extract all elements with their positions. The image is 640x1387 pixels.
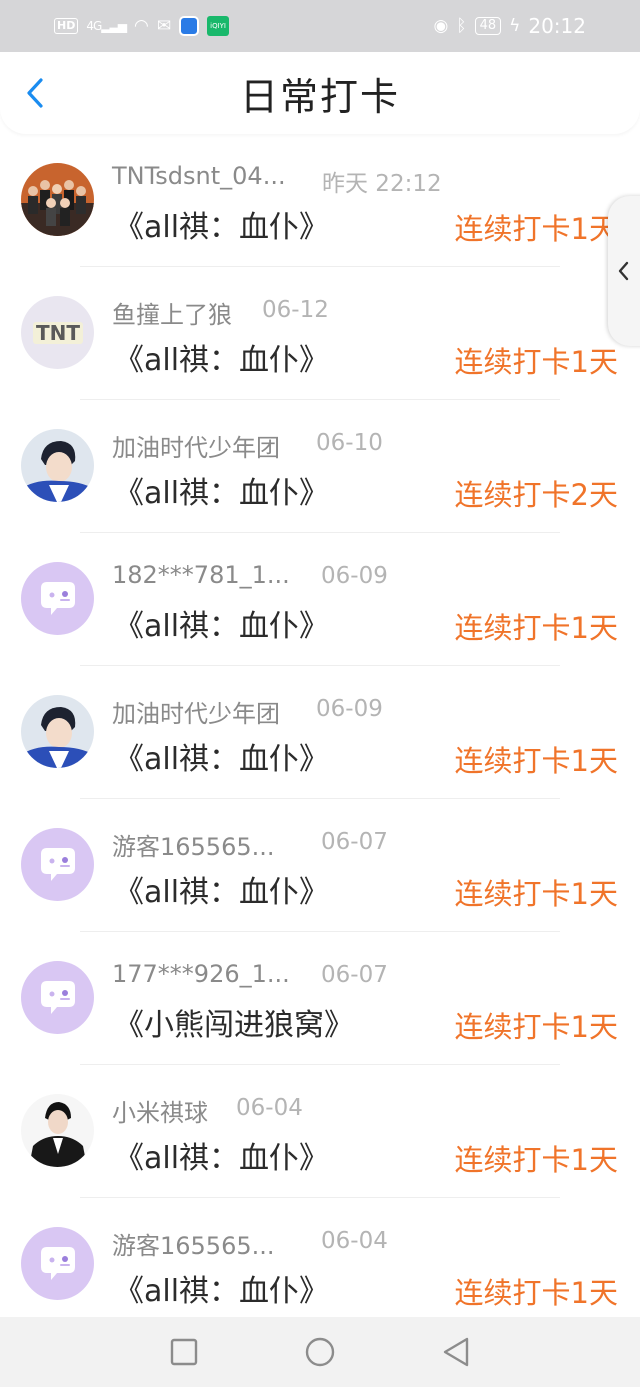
signal-label: 4G [86,19,102,33]
avatar[interactable] [21,163,94,236]
header: 日常打卡 [0,52,640,134]
avatar[interactable] [21,1227,94,1300]
book-title[interactable]: 《all祺：血仆》 [114,335,329,379]
book-title[interactable]: 《all祺：血仆》 [114,202,329,246]
checkin-date: 06-07 [321,829,388,855]
list-item[interactable]: 182***781_1... 06-09 《all祺：血仆》 连续打卡1天 [0,533,640,666]
avatar[interactable] [21,429,94,502]
streak-label: 连续打卡1天 [454,212,618,246]
user-name[interactable]: 加油时代少年团 [112,694,280,729]
list-item[interactable]: 游客165565... 06-04 《all祺：血仆》 连续打卡1天 [0,1198,640,1331]
home-button[interactable] [297,1329,343,1375]
hd-badge: HD [54,18,79,34]
streak-label: 连续打卡2天 [454,478,618,512]
streak-label: 连续打卡1天 [454,611,618,645]
list-item[interactable]: 加油时代少年团 06-10 《all祺：血仆》 连续打卡2天 [0,400,640,533]
user-name[interactable]: 小米祺球 [112,1093,208,1128]
recent-apps-button[interactable] [161,1329,207,1375]
avatar[interactable] [21,695,94,768]
avatar[interactable] [21,828,94,901]
dark-suit-photo-icon [21,1094,94,1167]
charging-icon: ϟ [509,16,521,36]
book-title[interactable]: 《小熊闯进狼窝》 [114,1000,354,1044]
checkin-date: 06-04 [321,1228,388,1254]
tnt-logo-icon: TNT [21,296,94,369]
streak-label: 连续打卡1天 [454,877,618,911]
default-chat-avatar-icon [21,828,94,901]
chevron-left-icon [27,78,43,108]
book-title[interactable]: 《all祺：血仆》 [114,734,329,778]
book-title[interactable]: 《all祺：血仆》 [114,1133,329,1177]
streak-label: 连续打卡1天 [454,744,618,778]
default-chat-avatar-icon [21,961,94,1034]
user-name[interactable]: 加油时代少年团 [112,428,280,463]
default-chat-avatar-icon [21,562,94,635]
checkin-date: 06-04 [236,1095,303,1121]
checkin-date: 06-09 [316,696,383,722]
wechat-icon: ✉ [156,16,172,36]
streak-label: 连续打卡1天 [454,1276,618,1310]
user-name[interactable]: TNTsdsnt_04... [112,162,286,190]
checkin-date: 06-07 [321,962,388,988]
default-chat-avatar-icon [21,1227,94,1300]
square-icon [170,1338,198,1366]
page-title: 日常打卡 [239,74,400,119]
back-button[interactable] [14,70,56,116]
status-bar: HD 4G▂▃▅ ◠ ✉ iQIYI ◉ ᛒ 48 ϟ 20:12 [0,0,640,52]
group-photo-icon [21,163,94,236]
book-title[interactable]: 《all祺：血仆》 [114,867,329,911]
avatar[interactable] [21,562,94,635]
checkin-date: 06-10 [316,430,383,456]
side-drawer-tab[interactable] [608,196,640,346]
checkin-date: 06-12 [262,297,329,323]
list-item[interactable]: 177***926_1... 06-07 《小熊闯进狼窝》 连续打卡1天 [0,932,640,1065]
book-title[interactable]: 《all祺：血仆》 [114,468,329,512]
list-item[interactable]: TNT 鱼撞上了狼 06-12 《all祺：血仆》 连续打卡1天 [0,267,640,400]
list-item[interactable]: 小米祺球 06-04 《all祺：血仆》 连续打卡1天 [0,1065,640,1198]
app-notification-icon [179,16,200,36]
checkin-date: 昨天 22:12 [322,171,442,197]
circle-icon [305,1337,335,1367]
app-root: HD 4G▂▃▅ ◠ ✉ iQIYI ◉ ᛒ 48 ϟ 20:12 日常打卡 T… [0,0,640,1387]
user-name[interactable]: 游客165565... [112,1226,275,1261]
system-nav-bar [0,1317,640,1387]
status-right: ◉ ᛒ 48 ϟ 20:12 [434,14,586,38]
book-title[interactable]: 《all祺：血仆》 [114,1266,329,1310]
iqiyi-icon: iQIYI [207,16,230,36]
avatar[interactable] [21,1094,94,1167]
list-item[interactable]: 加油时代少年团 06-09 《all祺：血仆》 连续打卡1天 [0,666,640,799]
streak-label: 连续打卡1天 [454,1143,618,1177]
book-title[interactable]: 《all祺：血仆》 [114,601,329,645]
user-name[interactable]: 182***781_1... [112,561,290,589]
list-item[interactable]: TNTsdsnt_04... 昨天 22:12 《all祺：血仆》 连续打卡1天 [0,134,640,267]
eye-icon: ◉ [433,16,449,36]
streak-label: 连续打卡1天 [454,345,618,379]
user-name[interactable]: 游客165565... [112,827,275,862]
status-left: HD 4G▂▃▅ ◠ ✉ iQIYI [54,16,230,36]
triangle-back-icon [443,1337,469,1367]
battery-icon: 48 [474,17,502,35]
avatar[interactable] [21,961,94,1034]
checkin-date: 06-09 [321,563,388,589]
user-name[interactable]: 177***926_1... [112,960,290,988]
signal-icon: 4G▂▃▅ [86,19,127,33]
system-back-button[interactable] [433,1329,479,1375]
person-photo-icon [21,695,94,768]
checkin-list: TNTsdsnt_04... 昨天 22:12 《all祺：血仆》 连续打卡1天… [0,134,640,1331]
wifi-icon: ◠ [133,16,149,36]
bluetooth-icon: ᛒ [456,16,467,36]
clock: 20:12 [528,14,586,38]
avatar[interactable]: TNT [21,296,94,369]
list-item[interactable]: 游客165565... 06-07 《all祺：血仆》 连续打卡1天 [0,799,640,932]
chevron-left-icon [618,261,629,281]
user-name[interactable]: 鱼撞上了狼 [112,295,232,330]
streak-label: 连续打卡1天 [454,1010,618,1044]
person-photo-icon [21,429,94,502]
svg-text:TNT: TNT [36,321,80,345]
